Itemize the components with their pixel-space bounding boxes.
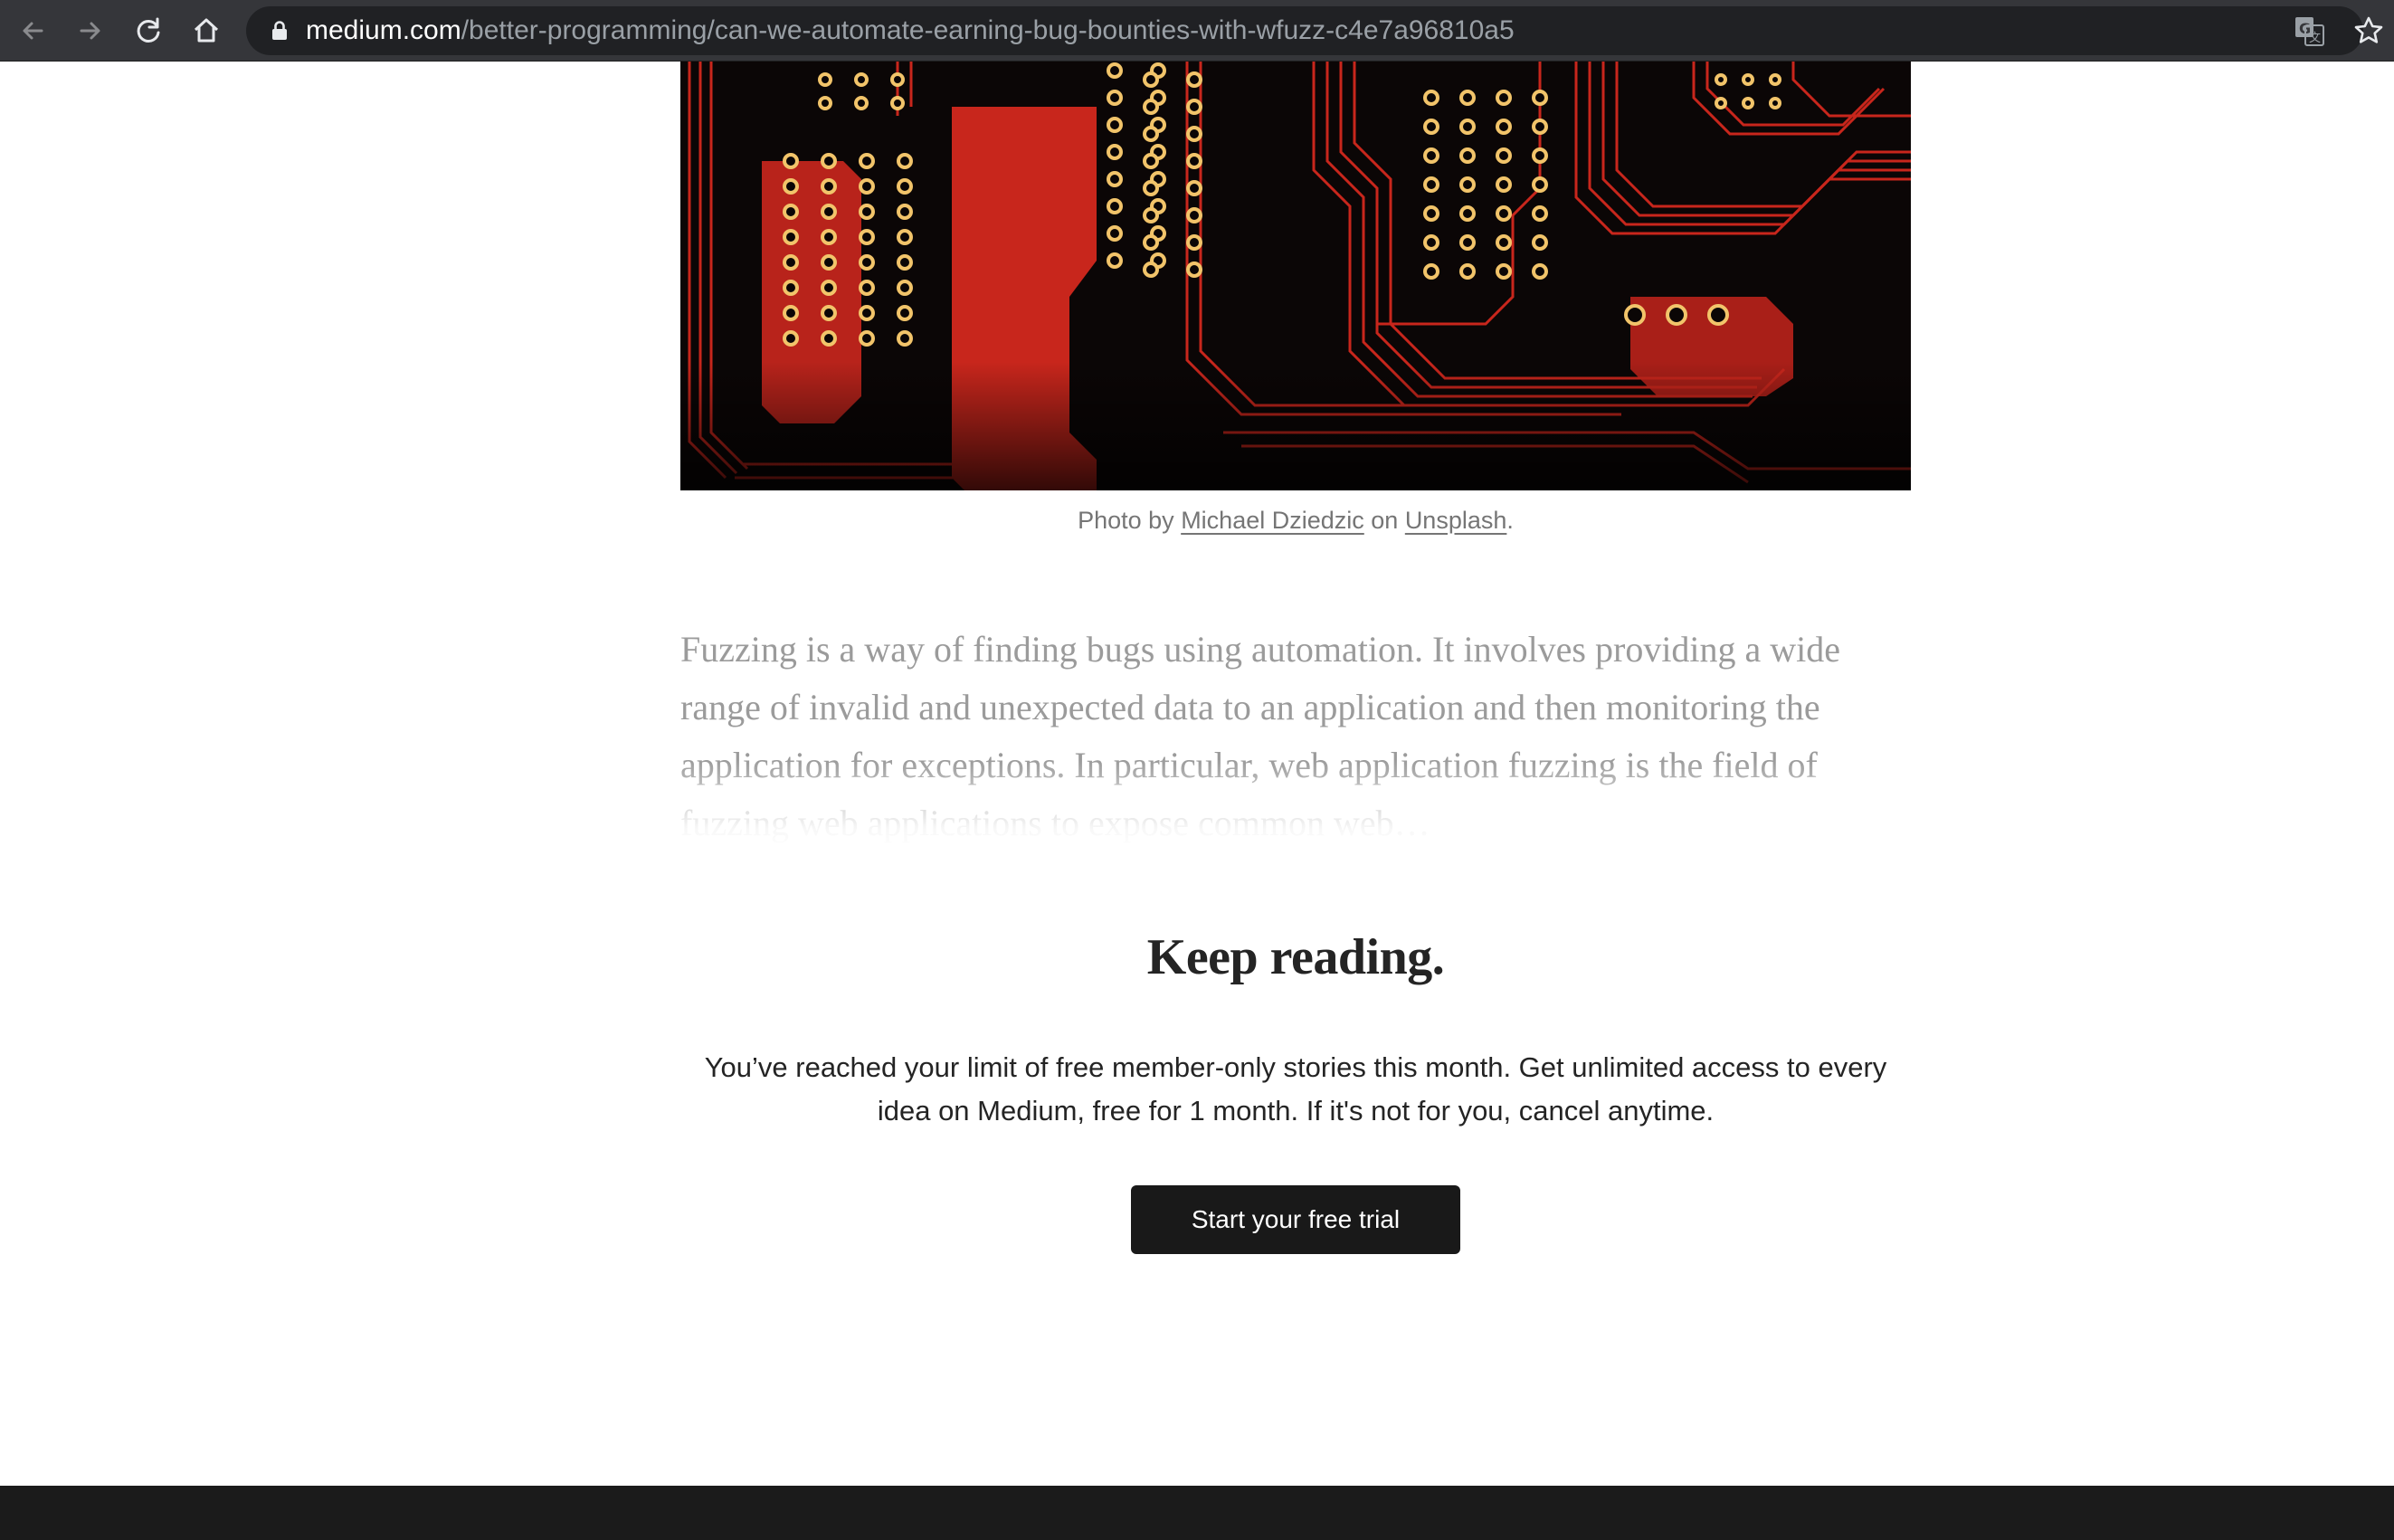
paywall-title: Keep reading.	[1146, 929, 1445, 985]
paywall-message: You’ve reached your limit of free member…	[704, 1051, 1887, 1126]
teaser-fade-overlay	[670, 760, 1918, 851]
caption-prefix: Photo by	[1078, 507, 1182, 534]
footer-bar	[0, 1486, 2394, 1540]
url-text[interactable]: medium.com/better-programming/can-we-aut…	[306, 6, 1515, 55]
start-free-trial-button[interactable]: Start your free trial	[1131, 1185, 1460, 1254]
url-path: /better-programming/can-we-automate-earn…	[461, 15, 1515, 45]
star-icon[interactable]	[2351, 13, 2387, 49]
caption-middle: on	[1363, 507, 1405, 534]
translate-icon[interactable]: G 文	[2291, 13, 2327, 49]
back-icon[interactable]	[14, 13, 51, 49]
home-icon[interactable]	[188, 13, 224, 49]
author-link[interactable]: Michael Dziedzic	[1181, 507, 1364, 534]
caption-suffix: .	[1506, 507, 1514, 534]
unsplash-link[interactable]: Unsplash	[1405, 507, 1507, 534]
url-host: medium.com	[306, 15, 461, 45]
reload-icon[interactable]	[130, 13, 166, 49]
lock-icon[interactable]	[268, 19, 291, 43]
browser-toolbar: medium.com/better-programming/can-we-aut…	[0, 0, 2394, 62]
image-caption: Photo by Michael Dziedzic on Unsplash.	[680, 507, 1911, 535]
forward-icon[interactable]	[72, 13, 109, 49]
svg-text:文: 文	[2309, 32, 2321, 45]
hero-image	[680, 62, 1911, 490]
address-bar[interactable]: medium.com/better-programming/can-we-aut…	[246, 6, 2363, 55]
